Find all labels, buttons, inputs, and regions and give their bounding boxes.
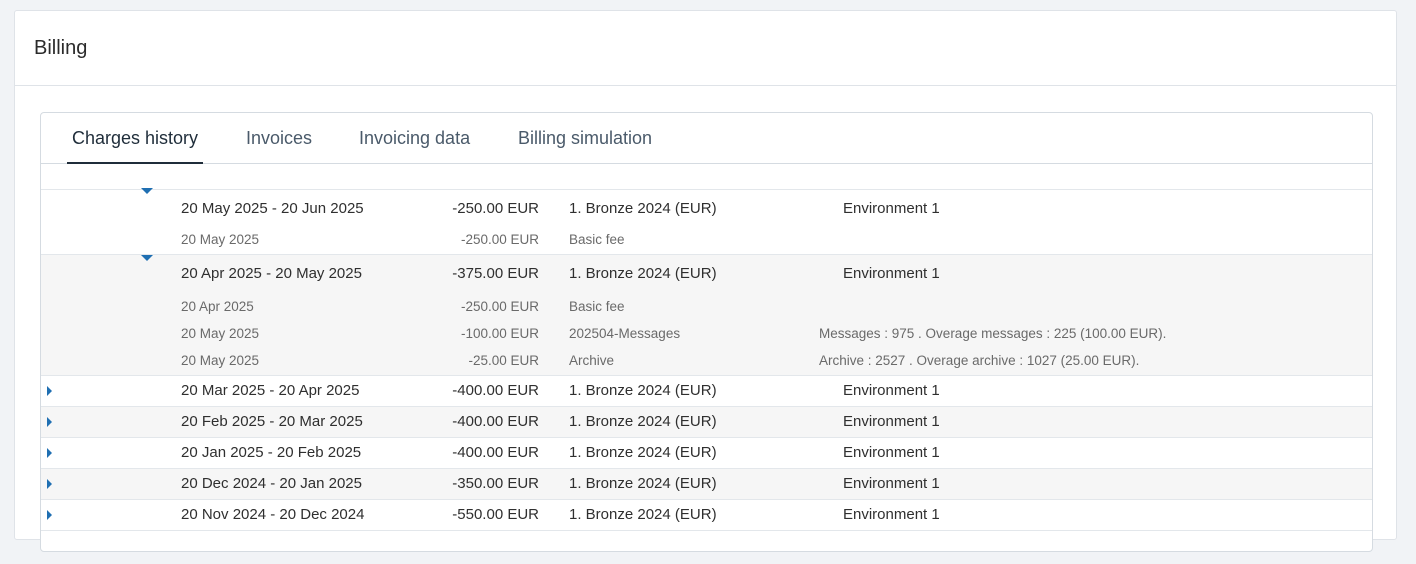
detail-row: 20 May 2025 -250.00 EUR Basic fee (41, 226, 1372, 253)
charges-table: 20 May 2025 - 20 Jun 2025 -250.00 EUR 1.… (41, 164, 1372, 564)
detail-date: 20 May 2025 (181, 326, 260, 341)
tab-invoices[interactable]: Invoices (246, 113, 312, 164)
plan-cell: 1. Bronze 2024 (EUR) (569, 200, 717, 217)
amount-cell: -400.00 EUR (452, 444, 539, 461)
detail-amount: -250.00 EUR (460, 232, 539, 247)
billing-card: Charges history Invoices Invoicing data … (40, 112, 1373, 552)
detail-amount: -100.00 EUR (460, 326, 539, 341)
amount-cell: -375.00 EUR (452, 265, 539, 282)
tab-bar: Charges history Invoices Invoicing data … (41, 113, 1372, 164)
plan-cell: 1. Bronze 2024 (EUR) (569, 382, 717, 399)
detail-item: Basic fee (569, 232, 625, 247)
period-cell: 20 May 2025 - 20 Jun 2025 (181, 200, 364, 217)
detail-date: 20 Apr 2025 (181, 299, 254, 314)
detail-date: 20 May 2025 (181, 353, 260, 368)
plan-cell: 1. Bronze 2024 (EUR) (569, 265, 717, 282)
period-group: 20 Apr 2025 - 20 May 2025 -375.00 EUR 1.… (41, 255, 1372, 376)
amount-cell: -400.00 EUR (452, 382, 539, 399)
table-row[interactable]: 20 Apr 2025 - 20 May 2025 -375.00 EUR 1.… (41, 255, 1372, 295)
detail-row: 20 May 2025 -25.00 EUR Archive Archive :… (41, 349, 1372, 376)
table-header-row (41, 164, 1372, 190)
period-cell: 20 Mar 2025 - 20 Apr 2025 (181, 382, 360, 399)
table-row[interactable]: 20 May 2025 - 20 Jun 2025 -250.00 EUR 1.… (41, 190, 1372, 226)
environment-cell: Environment 1 (843, 506, 940, 523)
period-group: 20 May 2025 - 20 Jun 2025 -250.00 EUR 1.… (41, 188, 1372, 255)
detail-item: Basic fee (569, 299, 625, 314)
expand-toggle-icon[interactable] (47, 417, 52, 427)
period-cell: 20 Dec 2024 - 20 Jan 2025 (181, 475, 362, 492)
plan-cell: 1. Bronze 2024 (EUR) (569, 475, 717, 492)
table-row[interactable]: 20 Feb 2025 - 20 Mar 2025 -400.00 EUR 1.… (41, 407, 1372, 438)
environment-cell: Environment 1 (843, 444, 940, 461)
period-cell: 20 Apr 2025 - 20 May 2025 (181, 265, 362, 282)
environment-cell: Environment 1 (843, 200, 940, 217)
plan-cell: 1. Bronze 2024 (EUR) (569, 506, 717, 523)
detail-item: 202504-Messages (569, 326, 681, 341)
detail-note: Messages : 975 . Overage messages : 225 … (819, 326, 1167, 341)
billing-panel: Billing Charges history Invoices Invoici… (14, 10, 1397, 552)
detail-row: 20 May 2025 -100.00 EUR 202504-Messages … (41, 322, 1372, 349)
period-cell: 20 Feb 2025 - 20 Mar 2025 (181, 413, 363, 430)
table-row[interactable]: 20 Jan 2025 - 20 Feb 2025 -400.00 EUR 1.… (41, 438, 1372, 469)
expand-toggle-icon[interactable] (47, 510, 52, 520)
page-title: Billing (15, 11, 1396, 86)
table-row[interactable]: 20 Dec 2024 - 20 Jan 2025 -350.00 EUR 1.… (41, 469, 1372, 500)
plan-cell: 1. Bronze 2024 (EUR) (569, 444, 717, 461)
environment-cell: Environment 1 (843, 413, 940, 430)
amount-cell: -250.00 EUR (452, 200, 539, 217)
expand-toggle-icon[interactable] (47, 479, 52, 489)
detail-item: Archive (569, 353, 615, 368)
period-cell: 20 Nov 2024 - 20 Dec 2024 (181, 506, 365, 523)
detail-note: Archive : 2527 . Overage archive : 1027 … (819, 353, 1140, 368)
detail-amount: -250.00 EUR (460, 299, 539, 314)
expand-toggle-icon[interactable] (47, 448, 52, 458)
tab-charges-history[interactable]: Charges history (67, 113, 204, 164)
period-cell: 20 Jan 2025 - 20 Feb 2025 (181, 444, 362, 461)
amount-cell: -550.00 EUR (452, 506, 539, 523)
detail-row: 20 Apr 2025 -250.00 EUR Basic fee (41, 295, 1372, 322)
environment-cell: Environment 1 (843, 265, 940, 282)
environment-cell: Environment 1 (843, 475, 940, 492)
detail-date: 20 May 2025 (181, 232, 260, 247)
tab-invoicing-data[interactable]: Invoicing data (359, 113, 470, 164)
tab-billing-simulation[interactable]: Billing simulation (518, 113, 652, 164)
table-row[interactable]: 20 Nov 2024 - 20 Dec 2024 -550.00 EUR 1.… (41, 500, 1372, 531)
amount-cell: -400.00 EUR (452, 413, 539, 430)
expand-toggle-icon[interactable] (47, 386, 52, 396)
amount-cell: -350.00 EUR (452, 475, 539, 492)
table-row[interactable]: 20 Mar 2025 - 20 Apr 2025 -400.00 EUR 1.… (41, 376, 1372, 407)
detail-amount: -25.00 EUR (468, 353, 539, 368)
environment-cell: Environment 1 (843, 382, 940, 399)
plan-cell: 1. Bronze 2024 (EUR) (569, 413, 717, 430)
